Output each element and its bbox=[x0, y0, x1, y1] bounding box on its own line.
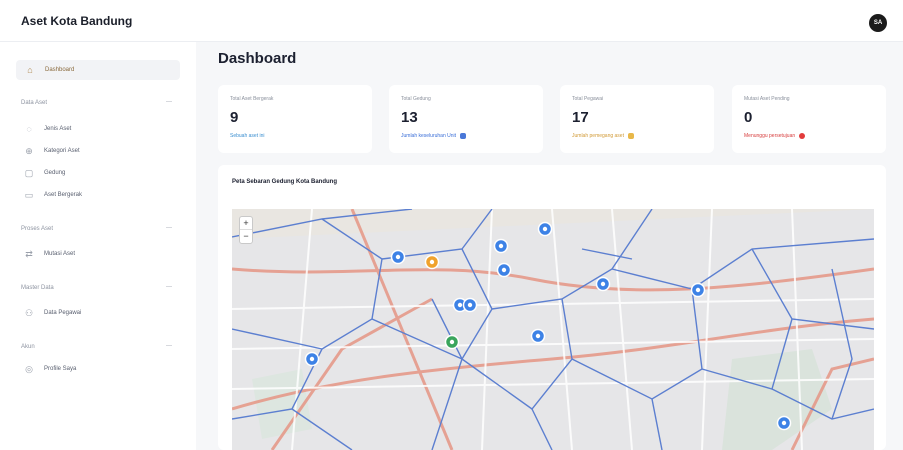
chevron-up-icon: — bbox=[166, 343, 172, 349]
stat-note: Menunggu persetujuan bbox=[744, 133, 806, 139]
stat-note-text: Jumlah pemegang aset bbox=[572, 133, 624, 139]
sidebar-item-gedung[interactable]: ▢ Gedung bbox=[24, 167, 66, 178]
sidebar-item-aset-bergerak[interactable]: ▭ Aset Bergerak bbox=[24, 190, 82, 200]
stat-note: Jumlah pemegang aset bbox=[572, 133, 634, 139]
building-marker bbox=[462, 297, 478, 313]
chevron-up-icon: — bbox=[166, 99, 172, 105]
stat-label: Total Pegawai bbox=[572, 96, 604, 102]
home-icon: ⌂ bbox=[27, 65, 33, 75]
page-title: Dashboard bbox=[218, 50, 297, 67]
sidebar-item-kategori-aset[interactable]: ⊕ Kategori Aset bbox=[24, 145, 80, 156]
stat-note: Sebuah aset ini bbox=[230, 133, 264, 139]
sidebar-item-label: Aset Bergerak bbox=[44, 192, 83, 198]
building-icon: ▢ bbox=[24, 167, 34, 178]
stat-note-text: Jumlah keseluruhan Unit bbox=[401, 133, 457, 139]
chevron-up-icon: — bbox=[166, 225, 172, 231]
building-marker-warning bbox=[424, 254, 440, 270]
sidebar-item-profile-saya[interactable]: ◎ Profile Saya bbox=[24, 364, 76, 374]
sidebar-group-master-data[interactable]: Master Data — bbox=[21, 284, 176, 291]
user-icon: ⚇ bbox=[24, 307, 34, 318]
stat-label: Total Aset Bergerak bbox=[230, 96, 274, 102]
zoom-in-button[interactable]: + bbox=[240, 217, 252, 230]
sidebar-group-akun[interactable]: Akun — bbox=[21, 343, 176, 350]
top-bar: Aset Kota Bandung SA bbox=[0, 0, 903, 42]
alert-icon bbox=[799, 133, 806, 139]
stat-card-mutasi-pending[interactable]: Mutasi Aset Pending 0 Menunggu persetuju… bbox=[732, 85, 886, 153]
building-marker bbox=[690, 282, 706, 298]
sidebar-item-dashboard[interactable]: ⌂ Dashboard bbox=[16, 60, 180, 80]
sidebar-item-label: Jenis Aset bbox=[44, 126, 72, 132]
stat-card-pegawai[interactable]: Total Pegawai 17 Jumlah pemegang aset bbox=[560, 85, 714, 153]
building-marker bbox=[595, 276, 611, 292]
profile-icon: ◎ bbox=[25, 363, 33, 374]
stat-note-text: Menunggu persetujuan bbox=[744, 133, 796, 139]
stat-label: Total Gedung bbox=[401, 96, 431, 102]
map-card: Peta Sebaran Gedung Kota Bandung + − bbox=[218, 165, 886, 450]
sidebar-group-data-aset[interactable]: Data Aset — bbox=[21, 99, 176, 106]
app-title: Aset Kota Bandung bbox=[21, 14, 133, 28]
sidebar-item-label: Dashboard bbox=[45, 67, 75, 73]
building-marker bbox=[390, 249, 406, 265]
stat-value: 17 bbox=[572, 109, 589, 126]
smile-icon bbox=[627, 133, 634, 139]
map-canvas[interactable] bbox=[232, 209, 874, 450]
map-view[interactable]: + − bbox=[232, 209, 874, 450]
sidebar-item-mutasi-aset[interactable]: ⇄ Mutasi Aset bbox=[24, 249, 75, 259]
building-marker bbox=[496, 262, 512, 278]
stat-note-text: Sebuah aset ini bbox=[230, 133, 265, 139]
stat-card-aset-bergerak[interactable]: Total Aset Bergerak 9 Sebuah aset ini bbox=[218, 85, 372, 153]
sidebar: ⌂ Dashboard Data Aset — ◌ Jenis Aset ⊕ K… bbox=[0, 42, 196, 450]
sidebar-item-label: Data Pegawai bbox=[44, 310, 82, 316]
sidebar-item-label: Gedung bbox=[44, 170, 66, 176]
sidebar-item-label: Kategori Aset bbox=[44, 148, 80, 154]
group-label-text: Data Aset bbox=[21, 100, 48, 106]
box-icon: ▭ bbox=[24, 189, 34, 200]
building-marker-success bbox=[444, 334, 460, 350]
building-icon bbox=[460, 133, 467, 139]
group-label-text: Akun bbox=[21, 344, 35, 350]
building-marker bbox=[776, 415, 792, 431]
zoom-out-button[interactable]: − bbox=[240, 230, 252, 243]
stat-value: 13 bbox=[401, 109, 418, 126]
transfer-icon: ⇄ bbox=[25, 248, 33, 259]
building-marker bbox=[493, 238, 509, 254]
group-label-text: Master Data bbox=[21, 285, 54, 291]
stat-note: Jumlah keseluruhan Unit bbox=[401, 133, 467, 139]
stat-label: Mutasi Aset Pending bbox=[744, 96, 790, 102]
sidebar-item-label: Mutasi Aset bbox=[44, 251, 76, 257]
group-label-text: Proses Aset bbox=[21, 226, 54, 232]
avatar[interactable]: SA bbox=[869, 14, 887, 32]
sidebar-group-proses-aset[interactable]: Proses Aset — bbox=[21, 225, 176, 232]
category-icon: ⊕ bbox=[25, 145, 33, 156]
stat-card-gedung[interactable]: Total Gedung 13 Jumlah keseluruhan Unit bbox=[389, 85, 543, 153]
building-marker bbox=[304, 351, 320, 367]
sidebar-item-label: Profile Saya bbox=[44, 366, 77, 372]
stat-value: 0 bbox=[744, 109, 753, 126]
stat-value: 9 bbox=[230, 109, 239, 126]
sidebar-item-data-pegawai[interactable]: ⚇ Data Pegawai bbox=[24, 308, 81, 318]
tag-icon: ◌ bbox=[26, 124, 32, 134]
building-marker bbox=[530, 328, 546, 344]
zoom-control: + − bbox=[239, 216, 253, 244]
sidebar-item-jenis-aset[interactable]: ◌ Jenis Aset bbox=[24, 124, 71, 134]
chevron-up-icon: — bbox=[166, 284, 172, 290]
map-title: Peta Sebaran Gedung Kota Bandung bbox=[232, 179, 338, 185]
building-marker bbox=[537, 221, 553, 237]
